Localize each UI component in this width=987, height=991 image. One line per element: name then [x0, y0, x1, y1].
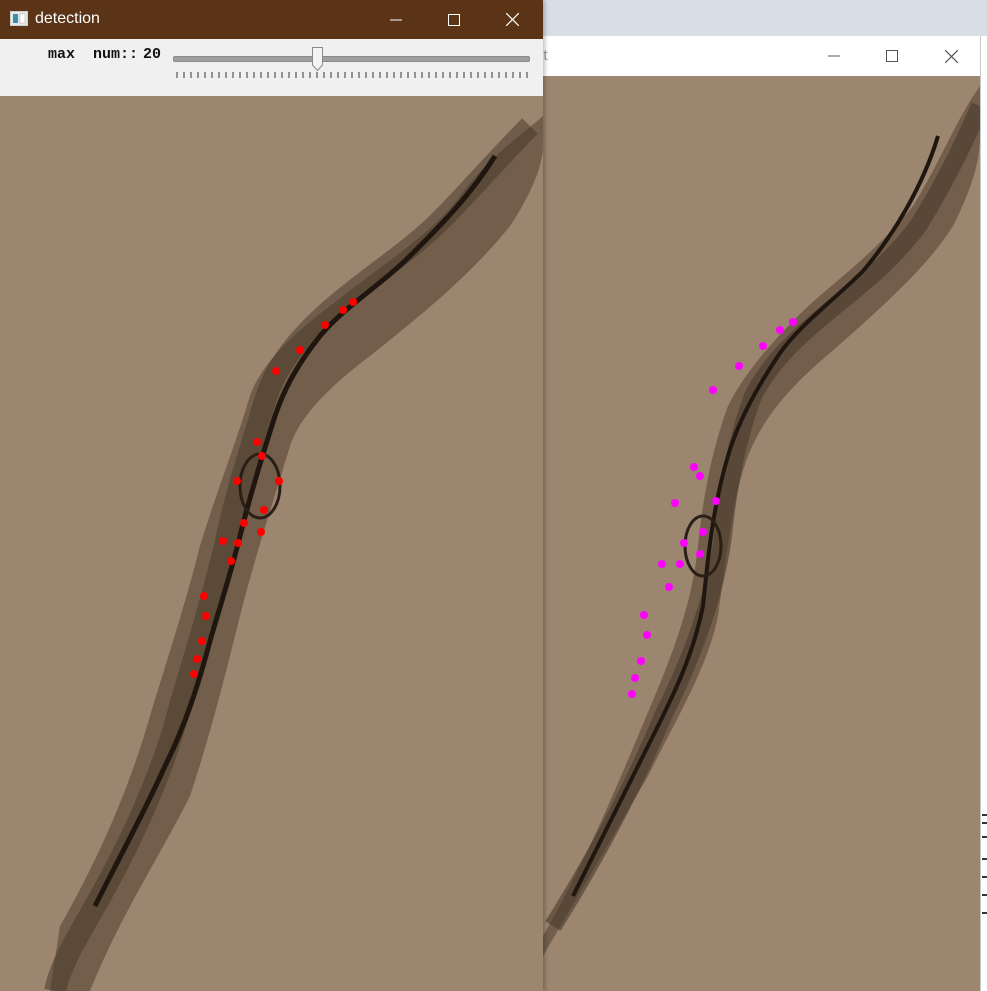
- detection-window-titlebar[interactable]: detection: [0, 0, 543, 39]
- trackbar-ticks: [176, 72, 528, 78]
- maximize-icon: [448, 13, 460, 26]
- crack-image-left: [0, 96, 543, 991]
- app-icon: [10, 11, 28, 26]
- detection-window[interactable]: detection max num:: 20: [0, 0, 543, 991]
- minimize-icon: [390, 19, 402, 20]
- maximize-icon: [886, 50, 898, 62]
- trackbar-value: 20: [143, 46, 162, 63]
- close-button[interactable]: [928, 36, 974, 76]
- crack-image-right: [543, 76, 980, 991]
- detection-window-title: detection: [35, 10, 100, 27]
- trackbar-panel: max num:: 20: [0, 39, 543, 97]
- trackbar-track[interactable]: [173, 56, 530, 62]
- desktop-background: [543, 0, 987, 36]
- close-icon: [944, 49, 958, 63]
- result-image: [543, 76, 980, 991]
- result-window[interactable]: nt: [535, 36, 980, 991]
- minimize-button[interactable]: [373, 0, 419, 39]
- close-icon: [505, 13, 519, 26]
- maximize-button[interactable]: [869, 36, 915, 76]
- trackbar-thumb[interactable]: [312, 47, 323, 71]
- detection-image: [0, 96, 543, 991]
- minimize-icon: [828, 55, 840, 57]
- background-app-edge: [980, 36, 987, 991]
- close-button[interactable]: [489, 0, 535, 39]
- trackbar-label: max num::: [48, 46, 139, 63]
- maximize-button[interactable]: [431, 0, 477, 39]
- minimize-button[interactable]: [811, 36, 857, 76]
- result-window-titlebar[interactable]: nt: [535, 36, 980, 77]
